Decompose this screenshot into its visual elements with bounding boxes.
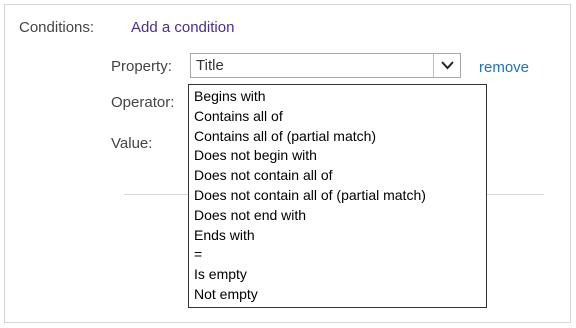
operator-option[interactable]: = xyxy=(189,245,486,265)
operator-option[interactable]: Contains all of xyxy=(189,107,486,127)
operator-listbox[interactable]: Begins with Contains all of Contains all… xyxy=(188,84,487,308)
chevron-down-icon xyxy=(441,61,454,70)
operator-option[interactable]: Is empty xyxy=(189,265,486,285)
conditions-label: Conditions: xyxy=(19,19,95,36)
operator-option[interactable]: Does not begin with xyxy=(189,146,486,166)
operator-option[interactable]: Begins with xyxy=(189,87,486,107)
value-label: Value: xyxy=(111,135,153,152)
operator-option[interactable]: Ends with xyxy=(189,226,486,246)
add-condition-link[interactable]: Add a condition xyxy=(131,19,234,36)
divider xyxy=(484,194,544,195)
property-select[interactable]: Title xyxy=(190,53,461,78)
property-selected-value: Title xyxy=(196,57,224,74)
operator-option[interactable]: Does not contain all of (partial match) xyxy=(189,186,486,206)
dropdown-button[interactable] xyxy=(433,54,460,77)
property-label: Property: xyxy=(111,58,172,75)
operator-option[interactable]: Contains all of (partial match) xyxy=(189,127,486,147)
operator-option[interactable]: Not empty xyxy=(189,285,486,305)
remove-link[interactable]: remove xyxy=(479,59,529,76)
operator-label: Operator: xyxy=(111,94,175,111)
operator-option[interactable]: Does not end with xyxy=(189,206,486,226)
operator-option[interactable]: Does not contain all of xyxy=(189,166,486,186)
divider xyxy=(124,194,188,195)
